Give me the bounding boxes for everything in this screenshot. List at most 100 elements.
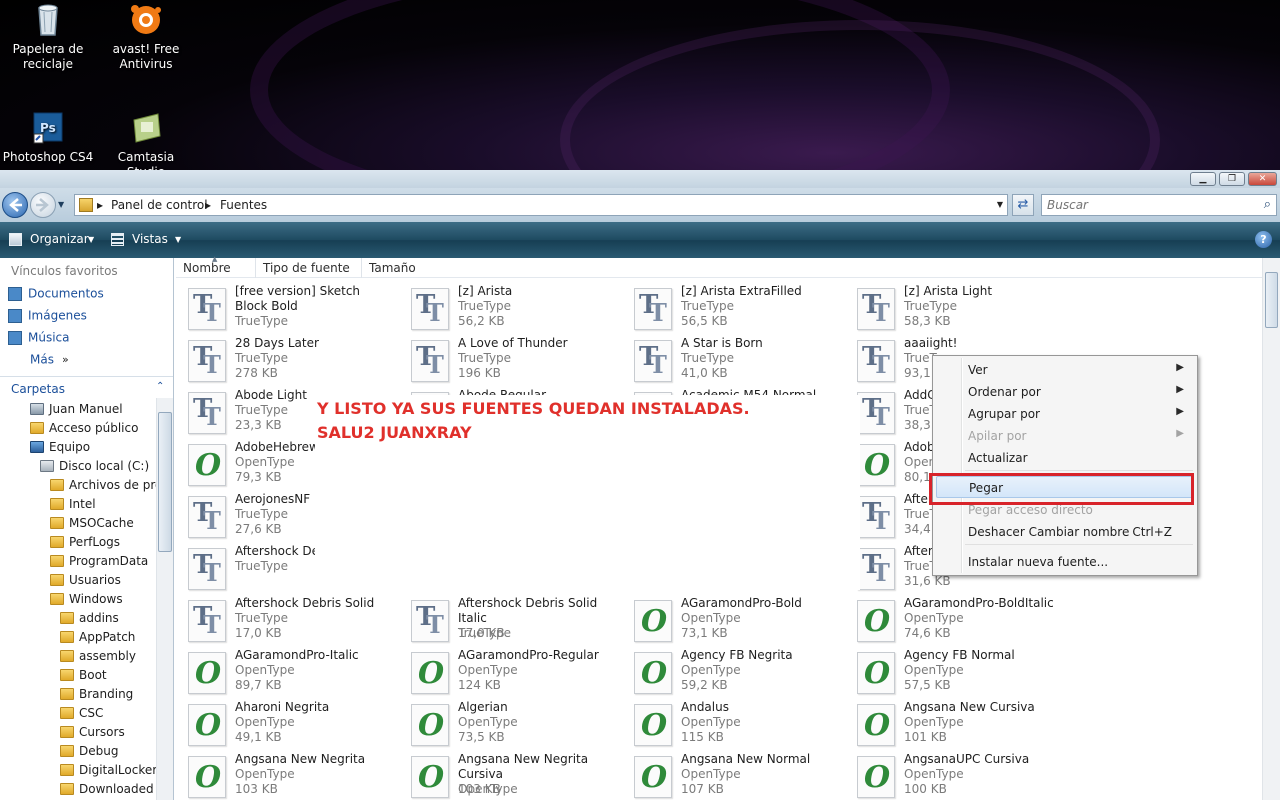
views-button[interactable]: Vistas <box>132 232 168 246</box>
font-tile[interactable]: Angsana New Negrita CursivaOpenType103 K… <box>399 750 619 800</box>
column-header-type[interactable]: Tipo de fuente <box>256 258 362 278</box>
tree-item[interactable]: assembly <box>60 649 136 668</box>
tree-item[interactable]: Downloaded P <box>60 782 165 800</box>
tree-item[interactable]: Cursors <box>60 725 125 744</box>
font-tile[interactable]: Angsana New NegritaOpenType103 KB <box>176 750 396 800</box>
minimize-button[interactable]: ▁ <box>1190 172 1216 186</box>
tree-item[interactable]: Juan Manuel <box>30 402 123 421</box>
refresh-button[interactable]: ⇄ <box>1012 194 1034 216</box>
search-input[interactable] <box>1047 196 1247 214</box>
tree-item[interactable]: Intel <box>50 497 96 516</box>
breadcrumb-control-panel[interactable]: Panel de control <box>111 198 208 212</box>
tree-item[interactable]: Archivos de pro <box>50 478 162 497</box>
fav-link-pictures[interactable]: Imágenes <box>8 308 87 328</box>
tree-item[interactable]: Acceso público <box>30 421 138 440</box>
opentype-font-icon <box>188 652 226 694</box>
desktop-icon-avast[interactable]: avast! Free Antivirus <box>98 2 194 72</box>
tree-item[interactable]: Debug <box>60 744 118 763</box>
font-tile[interactable]: AGaramondPro-BoldItalicOpenType74,6 KB <box>845 594 1065 646</box>
breadcrumb-fonts[interactable]: Fuentes <box>220 198 267 212</box>
font-size: 57,5 KB <box>904 678 951 692</box>
font-tile[interactable]: Agency FB NormalOpenType57,5 KB <box>845 646 1065 698</box>
highlight-box <box>929 473 1194 505</box>
back-button[interactable] <box>2 192 28 218</box>
tree-item[interactable]: ProgramData <box>50 554 148 573</box>
breadcrumb-separator-icon[interactable]: ▸ <box>97 198 103 212</box>
nav-scroll-thumb[interactable] <box>158 412 172 552</box>
chevron-up-icon[interactable]: ⌃ <box>156 381 164 392</box>
font-tile[interactable]: [free version] Sketch Block BoldTrueType <box>176 282 396 334</box>
font-tile[interactable]: Aftershock Debris Solid ItalicTrueType17… <box>399 594 619 646</box>
address-dropdown-icon[interactable]: ▼ <box>997 200 1003 209</box>
sort-indicator-icon: ▲ <box>212 255 218 263</box>
desktop-icon-recycle-bin[interactable]: Papelera de reciclaje <box>0 2 96 72</box>
context-menu-item-apilar-por: Apilar por ▶ <box>936 425 1194 447</box>
desktop-icon-camtasia[interactable]: Camtasia Studio 6 <box>98 110 194 170</box>
context-menu-item-ver[interactable]: Ver ▶ <box>936 359 1194 381</box>
fav-more[interactable]: Más» <box>30 352 69 372</box>
menu-item-label: Apilar por <box>968 429 1027 443</box>
nav-scrollbar[interactable] <box>156 398 173 800</box>
font-tile[interactable]: 28 Days LaterTrueType278 KB <box>176 334 396 386</box>
truetype-font-icon <box>634 288 672 330</box>
font-tile[interactable]: Agency FB NegritaOpenType59,2 KB <box>622 646 842 698</box>
font-tile[interactable]: AndalusOpenType115 KB <box>622 698 842 750</box>
tree-item[interactable]: Branding <box>60 687 133 706</box>
tree-item[interactable]: Usuarios <box>50 573 121 592</box>
file-list-scrollbar[interactable] <box>1262 258 1280 800</box>
desktop-icon-photoshop[interactable]: Ps Photoshop CS4 <box>0 110 96 165</box>
close-button[interactable]: ✕ <box>1248 172 1277 186</box>
context-menu-item-instalar-nueva-fuente[interactable]: Instalar nueva fuente... <box>936 551 1194 573</box>
font-tile[interactable]: A Star is BornTrueType41,0 KB <box>622 334 842 386</box>
column-header-size[interactable]: Tamaño <box>362 258 428 278</box>
context-menu-item-deshacer-cambiar-nombre[interactable]: Deshacer Cambiar nombre Ctrl+Z <box>936 521 1194 543</box>
font-tile[interactable]: Aharoni NegritaOpenType49,1 KB <box>176 698 396 750</box>
help-icon[interactable]: ? <box>1255 231 1272 248</box>
tree-item[interactable]: Disco local (C:) <box>40 459 149 478</box>
file-list-scroll-thumb[interactable] <box>1265 272 1278 328</box>
tree-item[interactable]: CSC <box>60 706 103 725</box>
organize-dropdown-icon[interactable]: ▼ <box>88 235 94 244</box>
recent-pages-dropdown-icon[interactable]: ▼ <box>58 200 64 209</box>
font-tile[interactable]: Angsana New CursivaOpenType101 KB <box>845 698 1065 750</box>
search-box[interactable]: ⌕ <box>1041 194 1277 216</box>
font-tile[interactable]: AGaramondPro-RegularOpenType124 KB <box>399 646 619 698</box>
menu-item-label: Ver <box>968 363 988 377</box>
font-tile[interactable]: AGaramondPro-ItalicOpenType89,7 KB <box>176 646 396 698</box>
font-tile[interactable]: [z] AristaTrueType56,2 KB <box>399 282 619 334</box>
tree-item[interactable]: addins <box>60 611 119 630</box>
tree-item[interactable]: Boot <box>60 668 107 687</box>
tree-item[interactable]: Equipo <box>30 440 90 459</box>
address-field[interactable]: ▸ Panel de control ▸ Fuentes ▼ <box>74 194 1008 216</box>
fav-link-music[interactable]: Música <box>8 330 70 350</box>
font-tile[interactable]: AGaramondPro-BoldOpenType73,1 KB <box>622 594 842 646</box>
tree-item-label: Usuarios <box>69 573 121 587</box>
font-tile[interactable]: Angsana New NormalOpenType107 KB <box>622 750 842 800</box>
fav-link-documents[interactable]: Documentos <box>8 286 104 306</box>
forward-button[interactable] <box>30 192 56 218</box>
tree-item[interactable]: Windows <box>50 592 123 611</box>
maximize-button[interactable]: ❐ <box>1219 172 1245 186</box>
font-tile[interactable]: AlgerianOpenType73,5 KB <box>399 698 619 750</box>
font-type: TrueType <box>235 611 289 625</box>
tree-item[interactable]: DigitalLocker <box>60 763 157 782</box>
tree-item[interactable]: MSOCache <box>50 516 134 535</box>
context-menu-item-actualizar[interactable]: Actualizar <box>936 447 1194 469</box>
font-tile[interactable]: Aftershock Debris SolidTrueType17,0 KB <box>176 594 396 646</box>
tree-item[interactable]: PerfLogs <box>50 535 120 554</box>
font-type: TrueType <box>458 351 512 365</box>
organize-button[interactable]: Organizar <box>30 232 89 246</box>
context-menu-item-agrupar-por[interactable]: Agrupar por ▶ <box>936 403 1194 425</box>
context-menu-item-ordenar-por[interactable]: Ordenar por ▶ <box>936 381 1194 403</box>
font-tile[interactable]: [z] Arista ExtraFilledTrueType56,5 KB <box>622 282 842 334</box>
font-tile[interactable]: A Love of ThunderTrueType196 KB <box>399 334 619 386</box>
tree-item[interactable]: AppPatch <box>60 630 135 649</box>
folders-header[interactable]: Carpetas ⌃ <box>0 376 173 398</box>
font-tile[interactable]: AngsanaUPC CursivaOpenType100 KB <box>845 750 1065 800</box>
search-icon[interactable]: ⌕ <box>1264 197 1271 212</box>
font-type: OpenType <box>904 715 964 729</box>
breadcrumb-separator-icon[interactable]: ▸ <box>205 198 211 212</box>
views-dropdown-icon[interactable]: ▼ <box>175 235 181 244</box>
annotation-line-1: Y LISTO YA SUS FUENTES QUEDAN INSTALADAS… <box>317 399 750 418</box>
font-tile[interactable]: [z] Arista LightTrueType58,3 KB <box>845 282 1065 334</box>
